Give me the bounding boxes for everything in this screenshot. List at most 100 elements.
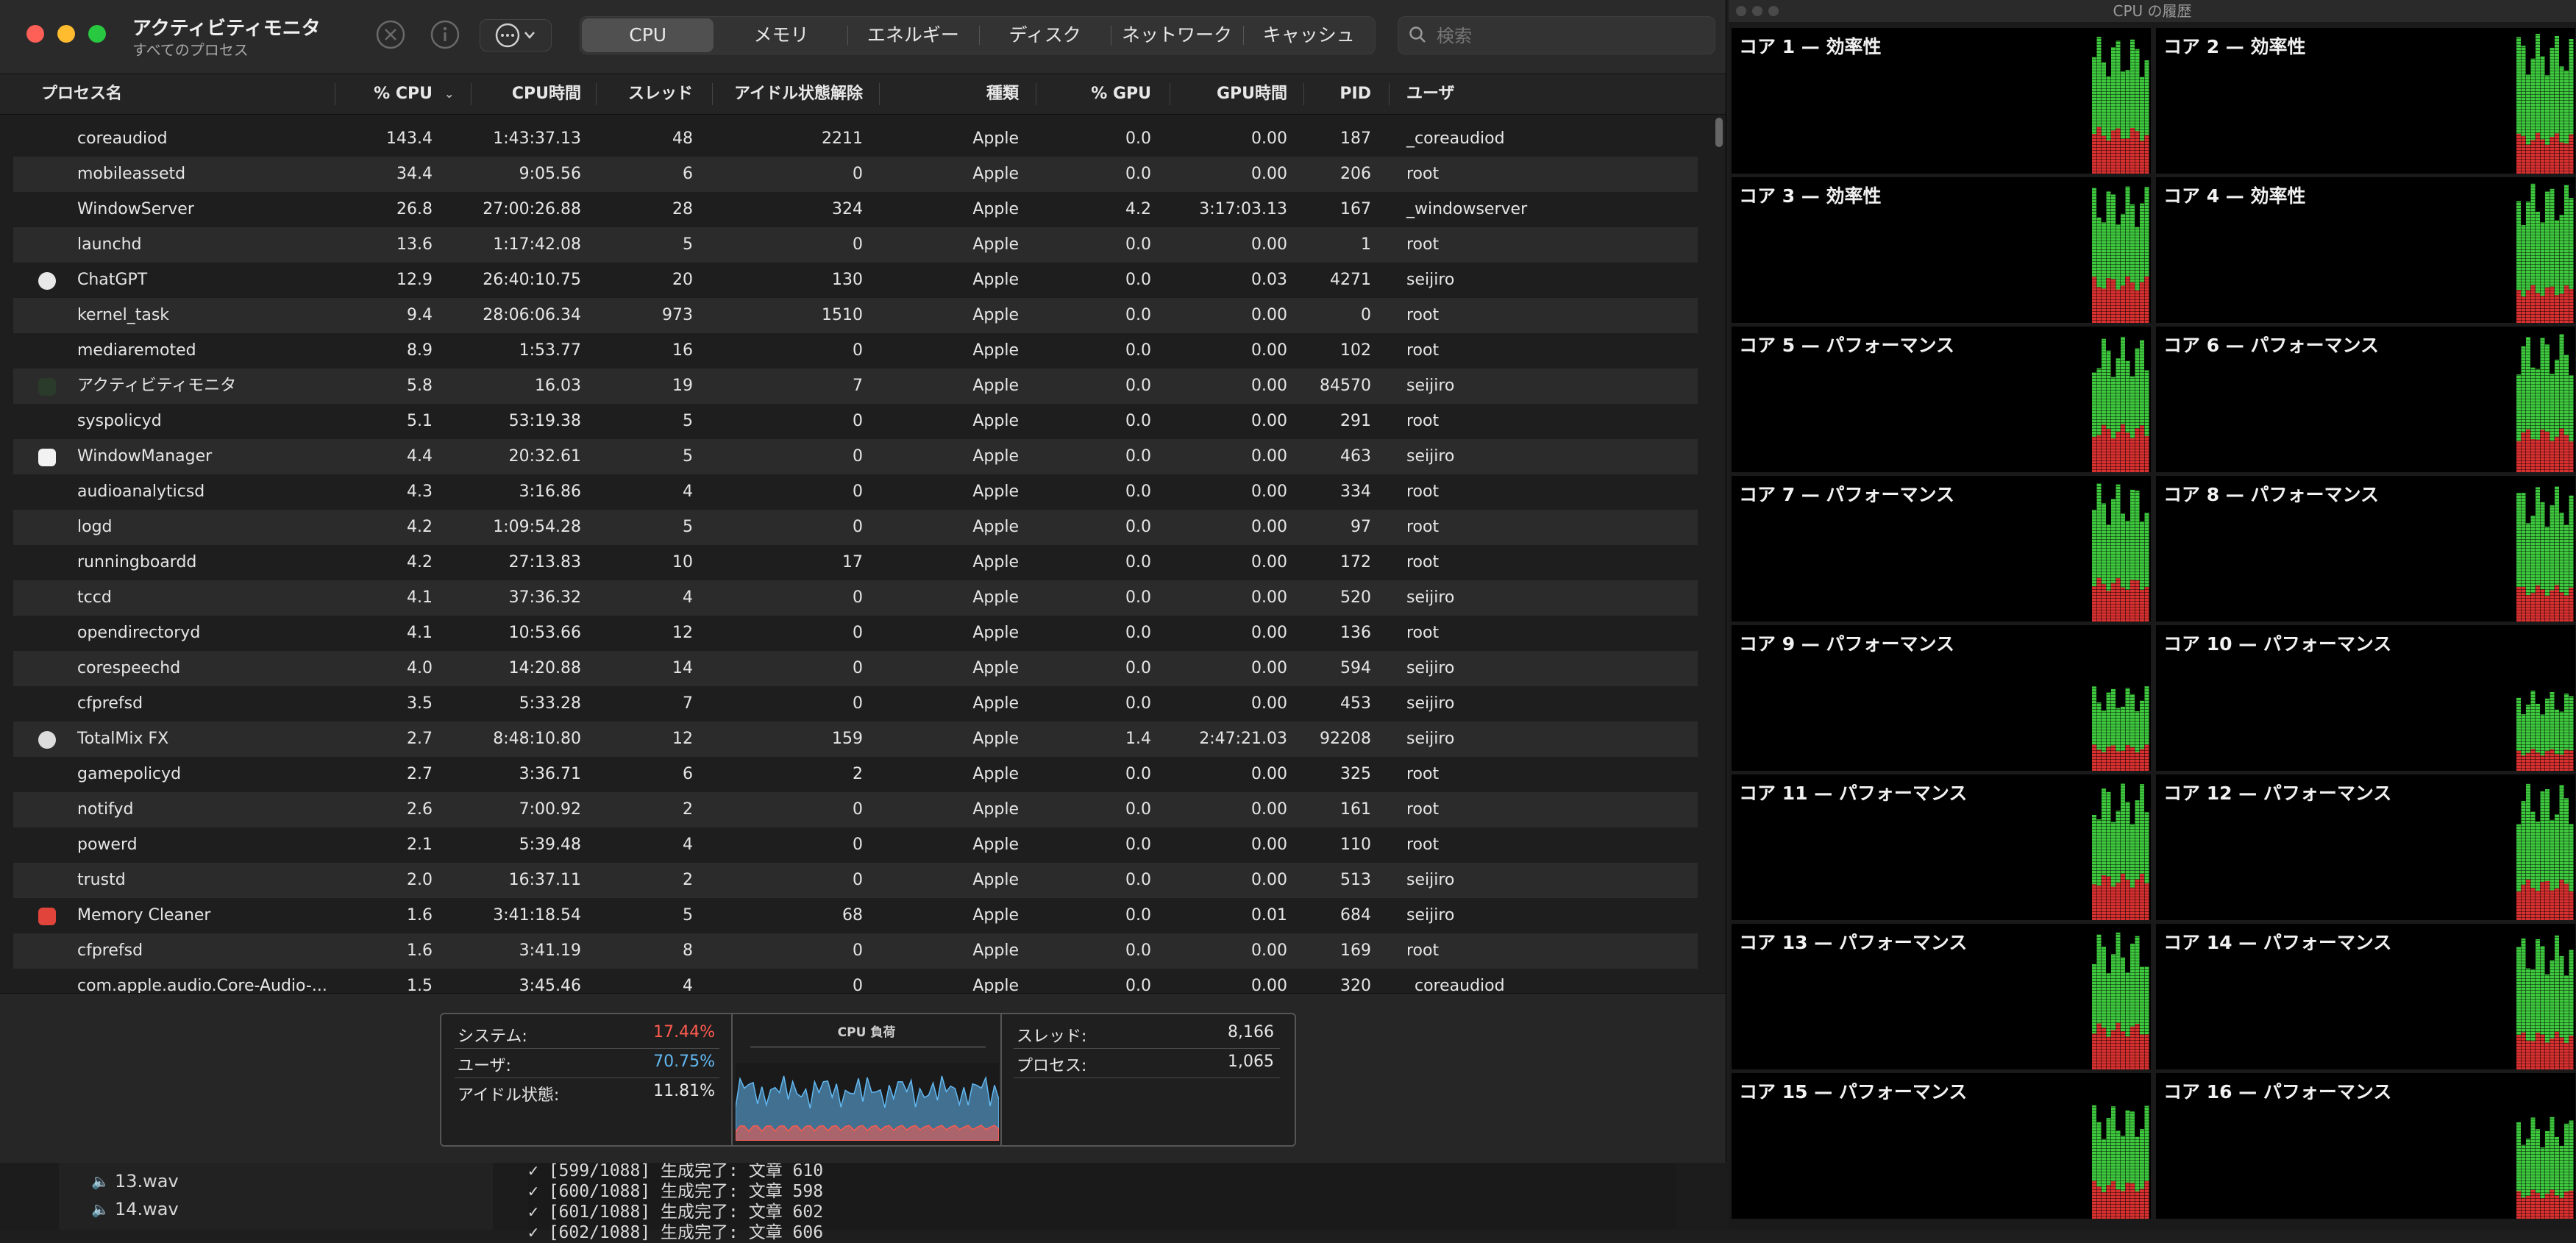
close-window-button[interactable] (26, 25, 44, 43)
table-row[interactable]: gamepolicyd 2.7 3:36.71 6 2 Apple 0.0 0.00 325 ro… (13, 757, 1698, 792)
file-item[interactable]: 🔈 14.wav (91, 1199, 179, 1219)
tab-cache[interactable]: キャッシュ (1242, 17, 1375, 54)
core-user-bar (2135, 1136, 2140, 1192)
table-row[interactable]: WindowServer 26.8 27:00:26.88 28 324 Apple 4.2… (13, 192, 1698, 227)
stop-process-button[interactable] (371, 19, 410, 50)
cell-gpu: 0.0 (1125, 235, 1151, 254)
table-row[interactable]: audioanalyticsd 4.3 3:16.86 4 0 Apple 0.0 0.00 3… (13, 474, 1698, 510)
search-input[interactable] (1435, 23, 1703, 49)
cell-cpu-time: 26:40:10.75 (483, 271, 581, 289)
core-system-bar (2550, 890, 2555, 920)
cell-threads: 2 (683, 800, 693, 819)
cell-gpu-time: 0.00 (1251, 588, 1287, 607)
column-header-idle-wakeups[interactable]: アイドル状態解除 (716, 74, 863, 114)
processes-label: プロセス: (1017, 1057, 1087, 1075)
table-row[interactable]: runningboardd 4.2 27:13.83 10 17 Apple 0.0 0.00… (13, 545, 1698, 580)
cell-pid: 169 (1340, 941, 1371, 960)
column-header-cpu[interactable]: % CPU (338, 74, 433, 114)
table-row[interactable]: notifyd 2.6 7:00.92 2 0 Apple 0.0 0.00 161 root (13, 792, 1698, 827)
column-header-pid[interactable]: PID (1307, 74, 1371, 114)
core-system-bar (2555, 295, 2559, 323)
column-header-kind[interactable]: 種類 (883, 74, 1019, 114)
table-row[interactable]: kernel_task 9.4 28:06:06.34 973 1510 Apple 0.0… (13, 298, 1698, 333)
inspect-process-button[interactable] (425, 19, 465, 50)
tab-energy[interactable]: エネルギー (847, 17, 979, 54)
table-row[interactable]: TotalMix FX 2.7 8:48:10.80 12 159 Apple 1.4 2:4… (13, 722, 1698, 757)
file-item[interactable]: 🔈 13.wav (91, 1171, 179, 1192)
cell-kind: Apple (972, 271, 1019, 289)
table-row[interactable]: com.apple.audio.Core-Audio-... 1.5 3:45.46… (13, 969, 1698, 993)
cell-wakeups: 68 (842, 906, 863, 925)
processes-value: 1,065 (1228, 1053, 1274, 1071)
tab-cpu[interactable]: CPU (582, 18, 714, 52)
tab-disk[interactable]: ディスク (978, 17, 1111, 54)
column-header-gpu[interactable]: % GPU (1039, 74, 1151, 114)
core-user-bar (2555, 813, 2559, 889)
cell-user: root (1406, 836, 1440, 854)
column-header-user[interactable]: ユーザ (1406, 74, 1455, 114)
table-row[interactable]: launchd 13.6 1:17:42.08 5 0 Apple 0.0 0.00 1 root (13, 227, 1698, 263)
process-name: coreaudiod (77, 129, 168, 148)
table-row[interactable]: tccd 4.1 37:36.32 4 0 Apple 0.0 0.00 520 seijiro (13, 580, 1698, 616)
process-name: WindowManager (77, 447, 213, 466)
process-name: opendirectoryd (77, 624, 201, 642)
cell-wakeups: 17 (842, 553, 863, 571)
table-row[interactable]: アクティビティモニタ 5.8 16.03 19 7 Apple 0.0 0.00 84570 se… (13, 368, 1698, 404)
tab-network[interactable]: ネットワーク (1111, 17, 1242, 54)
cell-gpu: 0.0 (1125, 553, 1151, 571)
cell-threads: 48 (672, 129, 693, 148)
core-graph: コア 6 — パフォーマンス (2156, 327, 2575, 472)
table-row[interactable]: corespeechd 4.0 14:20.88 14 0 Apple 0.0 0.00 594… (13, 651, 1698, 686)
more-actions-button[interactable] (480, 19, 552, 51)
table-row[interactable]: mobileassetd 34.4 9:05.56 6 0 Apple 0.0 0.00 206… (13, 157, 1698, 192)
process-name: TotalMix FX (77, 730, 169, 748)
cell-pid: 136 (1340, 624, 1371, 642)
core-system-bar (2125, 745, 2130, 771)
system-value: 17.44% (653, 1023, 715, 1041)
column-header-gpu-time[interactable]: GPU時間 (1173, 74, 1287, 114)
cell-gpu-time: 0.00 (1251, 553, 1287, 571)
cell-wakeups: 7 (853, 377, 863, 395)
column-header-process-name[interactable]: プロセス名 (41, 74, 122, 114)
table-row[interactable]: cfprefsd 1.6 3:41.19 8 0 Apple 0.0 0.00 169 root (13, 933, 1698, 969)
table-row[interactable]: trustd 2.0 16:37.11 2 0 Apple 0.0 0.00 513 seijir… (13, 863, 1698, 898)
core-user-bar (2530, 691, 2536, 749)
activity-monitor-window: アクティビティモニタ すべてのプロセス CPU メモリ エネルギー ディスク ネ… (0, 0, 1726, 1163)
table-row[interactable]: mediaremoted 8.9 1:53.77 16 0 Apple 0.0 0.00 102… (13, 333, 1698, 368)
cell-cpu-time: 5:33.28 (519, 694, 581, 713)
core-system-bar (2559, 142, 2564, 174)
minimize-window-button[interactable] (57, 25, 75, 43)
core-user-bar (2140, 340, 2144, 426)
process-name: mediaremoted (77, 341, 196, 360)
cell-gpu-time: 3:17:03.13 (1199, 200, 1287, 218)
table-row[interactable]: logd 4.2 1:09:54.28 5 0 Apple 0.0 0.00 97 root (13, 510, 1698, 545)
core-user-bar (2516, 947, 2521, 1035)
zoom-window-button[interactable] (88, 25, 106, 43)
cell-pid: 0 (1361, 306, 1371, 324)
cell-user: _coreaudiod (1406, 977, 1505, 993)
table-row[interactable]: syspolicyd 5.1 53:19.38 5 0 Apple 0.0 0.00 291 ro… (13, 404, 1698, 439)
table-row[interactable]: opendirectoryd 4.1 10:53.66 12 0 Apple 0.0 0.00… (13, 616, 1698, 651)
table-row[interactable]: WindowManager 4.4 20:32.61 5 0 Apple 0.0 0.00 46… (13, 439, 1698, 474)
cell-threads: 973 (662, 306, 693, 324)
table-row[interactable]: cfprefsd 3.5 5:33.28 7 0 Apple 0.0 0.00 453 seiji… (13, 686, 1698, 722)
cell-cpu-time: 3:36.71 (519, 765, 581, 783)
tab-memory[interactable]: メモリ (715, 17, 847, 54)
window-manager-icon (38, 449, 56, 466)
core-user-bar (2135, 711, 2140, 752)
scrollbar[interactable] (1715, 118, 1723, 147)
core-system-bar (2135, 290, 2140, 323)
table-row[interactable]: coreaudiod 143.4 1:43:37.13 48 2211 Apple 0.0 0… (13, 121, 1698, 157)
core-graph: コア 14 — パフォーマンス (2156, 924, 2575, 1069)
core-graph: コア 3 — 効率性 (1732, 177, 2151, 323)
column-header-threads[interactable]: スレッド (599, 74, 693, 114)
cell-cpu-time: 27:00:26.88 (483, 200, 581, 218)
table-row[interactable]: Memory Cleaner 1.6 3:41:18.54 5 68 Apple 0.0 0.… (13, 898, 1698, 933)
table-row[interactable]: ChatGPT 12.9 26:40:10.75 20 130 Apple 0.0 0.03 4… (13, 263, 1698, 298)
cell-cpu: 4.1 (407, 588, 433, 607)
column-header-cpu-time[interactable]: CPU時間 (474, 74, 581, 114)
process-name: cfprefsd (77, 694, 143, 713)
cell-threads: 4 (683, 588, 693, 607)
table-row[interactable]: powerd 2.1 5:39.48 4 0 Apple 0.0 0.00 110 root (13, 827, 1698, 863)
cell-kind: Apple (972, 447, 1019, 466)
